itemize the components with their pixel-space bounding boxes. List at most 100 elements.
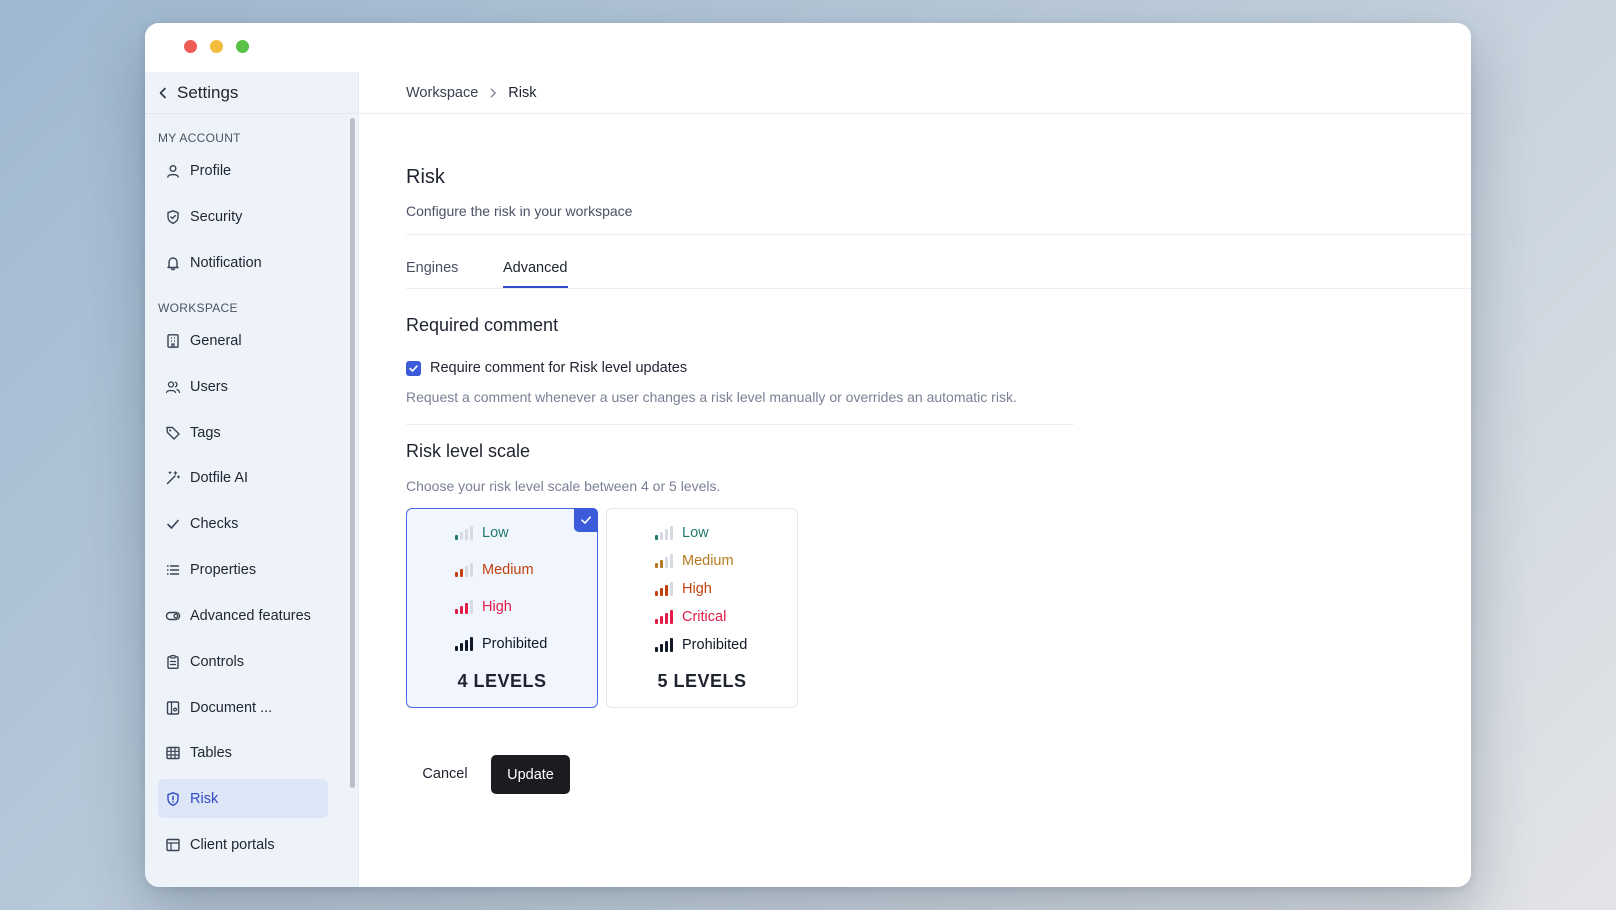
signal-bars-icon bbox=[455, 600, 473, 614]
require-comment-label[interactable]: Require comment for Risk level updates bbox=[430, 360, 687, 376]
signal-bar bbox=[660, 644, 663, 652]
signal-bar bbox=[660, 560, 663, 568]
settings-back-button[interactable]: Settings bbox=[145, 72, 359, 114]
close-window-button[interactable] bbox=[184, 40, 197, 53]
sidebar-item-users[interactable]: Users bbox=[158, 367, 328, 406]
signal-bar bbox=[655, 535, 658, 540]
section-label-workspace: WORKSPACE bbox=[158, 301, 238, 315]
sidebar-item-dotfile-ai[interactable]: Dotfile AI bbox=[158, 458, 328, 497]
document-icon bbox=[166, 700, 180, 715]
sidebar-item-label: Notification bbox=[190, 254, 262, 271]
level-high: High bbox=[453, 599, 512, 615]
signal-bar bbox=[670, 610, 673, 624]
signal-bar bbox=[455, 535, 458, 540]
signal-bar bbox=[460, 643, 463, 651]
tab-engines[interactable]: Engines bbox=[406, 258, 503, 288]
level-label: Low bbox=[682, 525, 709, 541]
check-icon bbox=[409, 364, 418, 372]
level-count-label: 5 LEVELS bbox=[657, 671, 747, 691]
title-bar bbox=[145, 23, 1471, 72]
signal-bar bbox=[655, 563, 658, 568]
signal-bars-icon bbox=[655, 526, 673, 540]
sidebar-item-label: Tags bbox=[190, 424, 221, 441]
required-comment-heading: Required comment bbox=[406, 315, 559, 335]
sidebar-item-risk[interactable]: Risk bbox=[158, 779, 328, 818]
level-label: Prohibited bbox=[482, 636, 548, 652]
section-label-my-account: MY ACCOUNT bbox=[158, 131, 241, 145]
signal-bars-icon bbox=[455, 563, 473, 577]
signal-bar bbox=[455, 646, 458, 651]
magic-wand-icon bbox=[166, 470, 180, 484]
breadcrumb-current: Risk bbox=[508, 84, 537, 101]
signal-bar bbox=[470, 600, 473, 614]
sidebar-item-advanced-features[interactable]: Advanced features bbox=[158, 596, 328, 635]
divider bbox=[406, 424, 1074, 425]
sidebar-item-label: Dotfile AI bbox=[190, 469, 249, 486]
level-label: Prohibited bbox=[682, 637, 748, 653]
main-content: Workspace Risk Risk Configure the risk i… bbox=[360, 72, 1471, 887]
users-icon bbox=[165, 380, 181, 393]
maximize-window-button[interactable] bbox=[236, 40, 249, 53]
chevron-left-icon bbox=[159, 87, 166, 98]
sidebar-item-properties[interactable]: Properties bbox=[158, 550, 328, 589]
require-comment-help: Request a comment whenever a user change… bbox=[406, 389, 1017, 405]
require-comment-checkbox[interactable] bbox=[406, 360, 421, 376]
signal-bar bbox=[465, 603, 468, 614]
sidebar-item-document[interactable]: Document ... bbox=[158, 688, 328, 727]
sidebar-item-general[interactable]: General bbox=[158, 321, 328, 360]
signal-bars-icon bbox=[455, 637, 473, 651]
check-icon bbox=[581, 516, 591, 524]
sidebar-item-notification[interactable]: Notification bbox=[158, 243, 328, 282]
level-critical: Critical bbox=[653, 609, 726, 625]
page-title: Risk bbox=[406, 166, 445, 188]
sidebar-item-label: General bbox=[190, 332, 242, 349]
table-icon bbox=[166, 746, 180, 759]
signal-bars-icon bbox=[655, 610, 673, 624]
sidebar-scrollbar[interactable] bbox=[350, 118, 355, 788]
chevron-right-icon bbox=[490, 87, 497, 98]
risk-scale-heading: Risk level scale bbox=[406, 441, 531, 461]
level-label: High bbox=[482, 599, 512, 615]
level-medium: Medium bbox=[653, 553, 734, 569]
sidebar-item-client-portals[interactable]: Client portals bbox=[158, 825, 328, 864]
sidebar-title: Settings bbox=[177, 82, 239, 102]
update-button[interactable]: Update bbox=[491, 755, 570, 794]
level-label: Critical bbox=[682, 609, 727, 625]
list-icon bbox=[166, 564, 180, 575]
signal-bar bbox=[460, 606, 463, 614]
cancel-button[interactable]: Cancel bbox=[406, 755, 484, 793]
sidebar-item-tables[interactable]: Tables bbox=[158, 733, 328, 772]
signal-bars-icon bbox=[655, 582, 673, 596]
signal-bar bbox=[670, 582, 673, 596]
sidebar-item-security[interactable]: Security bbox=[158, 197, 328, 236]
building-icon bbox=[167, 333, 179, 348]
scale-option-5-levels[interactable]: Low Medium High Critical Prohibited 5 LE… bbox=[606, 508, 798, 708]
sidebar-item-profile[interactable]: Profile bbox=[158, 151, 328, 190]
sidebar-item-tags[interactable]: Tags bbox=[158, 413, 328, 452]
user-icon bbox=[167, 164, 179, 178]
level-low: Low bbox=[653, 525, 709, 541]
sidebar-item-controls[interactable]: Controls bbox=[158, 642, 328, 681]
signal-bar bbox=[470, 563, 473, 577]
tab-advanced[interactable]: Advanced bbox=[503, 258, 568, 288]
level-label: High bbox=[682, 581, 712, 597]
level-label: Medium bbox=[482, 562, 534, 578]
sidebar-item-label: Document ... bbox=[190, 699, 273, 716]
sidebar-item-checks[interactable]: Checks bbox=[158, 504, 328, 543]
scale-option-4-levels[interactable]: Low Medium High Prohibited 4 LEVELS bbox=[406, 508, 598, 708]
divider bbox=[406, 288, 1471, 289]
signal-bar bbox=[665, 557, 668, 568]
level-prohibited: Prohibited bbox=[453, 636, 547, 652]
level-prohibited: Prohibited bbox=[653, 637, 747, 653]
signal-bar bbox=[660, 588, 663, 596]
signal-bar bbox=[455, 572, 458, 577]
signal-bars-icon bbox=[455, 526, 473, 540]
layout-icon bbox=[166, 838, 180, 851]
signal-bar bbox=[465, 640, 468, 651]
signal-bar bbox=[665, 585, 668, 596]
minimize-window-button[interactable] bbox=[210, 40, 223, 53]
signal-bar bbox=[465, 566, 468, 577]
signal-bar bbox=[470, 526, 473, 540]
breadcrumb-workspace-link[interactable]: Workspace bbox=[406, 85, 478, 101]
shield-icon bbox=[167, 209, 179, 224]
